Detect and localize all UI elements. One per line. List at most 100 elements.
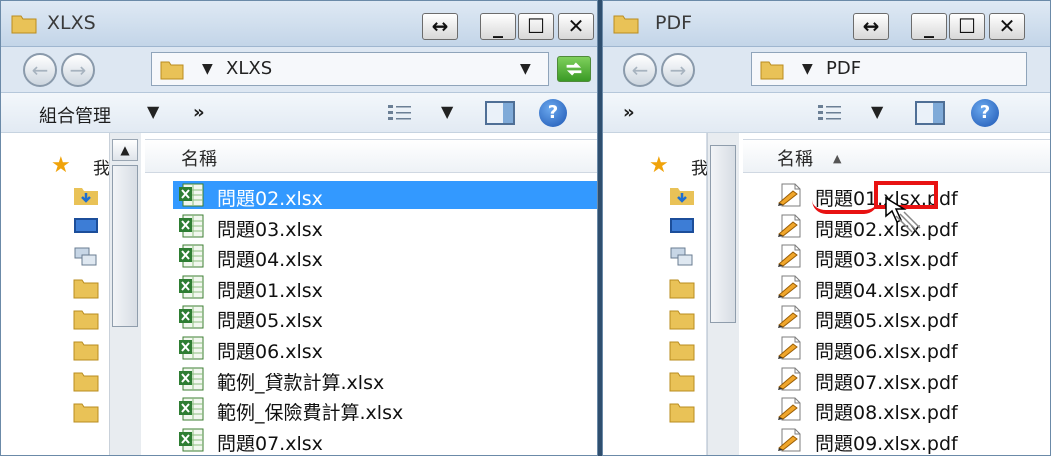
views-dropdown-icon[interactable]: ▼ xyxy=(441,102,453,121)
folder-icon xyxy=(613,15,639,34)
preview-pane-icon[interactable] xyxy=(915,101,945,125)
folder-icon[interactable] xyxy=(73,370,99,392)
file-list: 名稱 問題02.xlsx 問題03.xlsx 問題04.xlsx 問題01.xlsx 問… xyxy=(145,133,597,455)
breadcrumb-dropdown-icon[interactable]: ▼ xyxy=(802,61,813,77)
folder-icon[interactable] xyxy=(669,277,695,299)
address-field[interactable]: ▼ PDF xyxy=(751,52,1027,86)
views-icon[interactable] xyxy=(817,103,843,123)
file-row[interactable]: 問題07.xlsx.pdf xyxy=(771,365,1041,394)
command-bar: » ▼ ? xyxy=(603,93,1050,133)
downloads-folder-icon[interactable] xyxy=(73,184,99,206)
column-header-name[interactable]: 名稱 xyxy=(145,139,597,173)
favorites-label[interactable]: 我 xyxy=(93,154,110,179)
folder-icon[interactable] xyxy=(73,401,99,423)
file-row[interactable]: 問題04.xlsx xyxy=(173,242,597,271)
excel-file-icon xyxy=(179,305,205,329)
more-commands-button[interactable]: » xyxy=(193,102,205,123)
column-header-label: 名稱 xyxy=(777,149,813,170)
file-row[interactable]: 問題05.xlsx xyxy=(173,303,597,332)
maximize-button[interactable]: ☐ xyxy=(518,13,554,40)
views-icon[interactable] xyxy=(387,103,413,123)
pdf-file-icon xyxy=(777,397,803,421)
sort-ascending-icon: ▲ xyxy=(833,152,842,165)
excel-file-icon xyxy=(179,367,205,391)
maximize-icon: ☐ xyxy=(527,14,545,38)
file-row[interactable]: 問題07.xlsx xyxy=(173,426,597,455)
pdf-file-icon xyxy=(777,275,803,299)
window-title: XLXS xyxy=(47,12,96,34)
address-history-dropdown-icon[interactable]: ▼ xyxy=(520,61,531,77)
file-row[interactable]: 問題06.xlsx.pdf xyxy=(771,334,1041,363)
folder-icon[interactable] xyxy=(669,339,695,361)
title-bar[interactable]: PDF ↔ _ ☐ ✕ xyxy=(603,1,1050,47)
pdf-file-icon xyxy=(777,336,803,360)
folder-icon xyxy=(11,15,37,34)
forward-button[interactable]: → xyxy=(61,53,95,87)
file-name: 問題02.xlsx xyxy=(217,188,323,210)
folder-icon[interactable] xyxy=(669,370,695,392)
views-dropdown-icon[interactable]: ▼ xyxy=(871,102,883,121)
navigation-scrollbar[interactable] xyxy=(707,133,739,455)
network-places-icon[interactable] xyxy=(73,246,99,268)
star-icon[interactable]: ★ xyxy=(51,153,71,178)
file-row[interactable]: 範例_保險費計算.xlsx xyxy=(173,395,597,424)
organize-dropdown-icon[interactable]: ▼ xyxy=(147,102,159,121)
resize-button[interactable]: ↔ xyxy=(853,13,889,40)
back-arrow-icon: ← xyxy=(31,58,49,82)
back-button[interactable]: ← xyxy=(623,53,657,87)
forward-button[interactable]: → xyxy=(661,53,695,87)
excel-file-icon xyxy=(179,244,205,268)
help-icon[interactable]: ? xyxy=(971,99,999,127)
preview-pane-icon[interactable] xyxy=(485,101,515,125)
minimize-button[interactable]: _ xyxy=(480,13,516,40)
refresh-button[interactable] xyxy=(557,56,591,82)
pdf-file-icon xyxy=(777,183,803,207)
favorites-label[interactable]: 我 xyxy=(691,154,708,179)
folder-icon[interactable] xyxy=(73,339,99,361)
title-bar[interactable]: XLXS ↔ _ ☐ ✕ xyxy=(1,1,597,47)
scroll-thumb[interactable] xyxy=(710,145,736,323)
breadcrumb-current[interactable]: XLXS xyxy=(226,58,272,79)
close-button[interactable]: ✕ xyxy=(989,13,1025,40)
more-commands-button[interactable]: » xyxy=(623,102,635,123)
scroll-thumb[interactable] xyxy=(112,165,138,327)
file-row[interactable]: 問題05.xlsx.pdf xyxy=(771,303,1041,332)
resize-arrows-icon: ↔ xyxy=(431,14,449,38)
breadcrumb-current[interactable]: PDF xyxy=(826,58,861,79)
breadcrumb-dropdown-icon[interactable]: ▼ xyxy=(202,61,213,77)
file-name: 問題03.xlsx xyxy=(217,218,323,241)
resize-button[interactable]: ↔ xyxy=(422,13,458,40)
file-row[interactable]: 問題08.xlsx.pdf xyxy=(771,395,1041,425)
navigation-scrollbar[interactable]: ▲ xyxy=(109,133,141,455)
maximize-button[interactable]: ☐ xyxy=(949,13,985,40)
folder-icon[interactable] xyxy=(669,401,695,423)
scroll-up-arrow-icon[interactable]: ▲ xyxy=(112,139,138,161)
file-row[interactable]: 問題02.xlsx xyxy=(173,181,597,210)
back-button[interactable]: ← xyxy=(23,53,57,87)
desktop-icon[interactable] xyxy=(73,215,99,237)
file-row[interactable]: 問題01.xlsx xyxy=(173,273,597,302)
folder-icon[interactable] xyxy=(669,308,695,330)
downloads-folder-icon[interactable] xyxy=(669,184,695,206)
minimize-button[interactable]: _ xyxy=(911,13,947,40)
folder-icon[interactable] xyxy=(73,277,99,299)
help-icon[interactable]: ? xyxy=(539,99,567,127)
file-row[interactable]: 問題06.xlsx xyxy=(173,334,597,363)
column-header-name[interactable]: 名稱 ▲ xyxy=(743,139,1050,173)
file-row[interactable]: 問題03.xlsx xyxy=(173,212,597,241)
desktop-icon[interactable] xyxy=(669,215,695,237)
file-row[interactable]: 問題09.xlsx.pdf xyxy=(771,426,1041,455)
file-row[interactable]: 範例_貸款計算.xlsx xyxy=(173,365,597,394)
organize-button[interactable]: 組合管理 xyxy=(39,102,111,128)
network-places-icon[interactable] xyxy=(669,246,695,268)
address-field[interactable]: ▼ XLXS ▼ xyxy=(151,52,549,86)
close-icon: ✕ xyxy=(998,14,1016,38)
file-row[interactable]: 問題04.xlsx.pdf xyxy=(771,273,1041,302)
folder-icon[interactable] xyxy=(73,308,99,330)
close-button[interactable]: ✕ xyxy=(558,13,594,40)
maximize-icon: ☐ xyxy=(958,14,976,38)
forward-arrow-icon: → xyxy=(669,58,687,82)
star-icon[interactable]: ★ xyxy=(649,153,669,178)
file-row[interactable]: 問題03.xlsx.pdf xyxy=(771,242,1041,271)
file-name: 問題08.xlsx.pdf xyxy=(815,402,958,425)
